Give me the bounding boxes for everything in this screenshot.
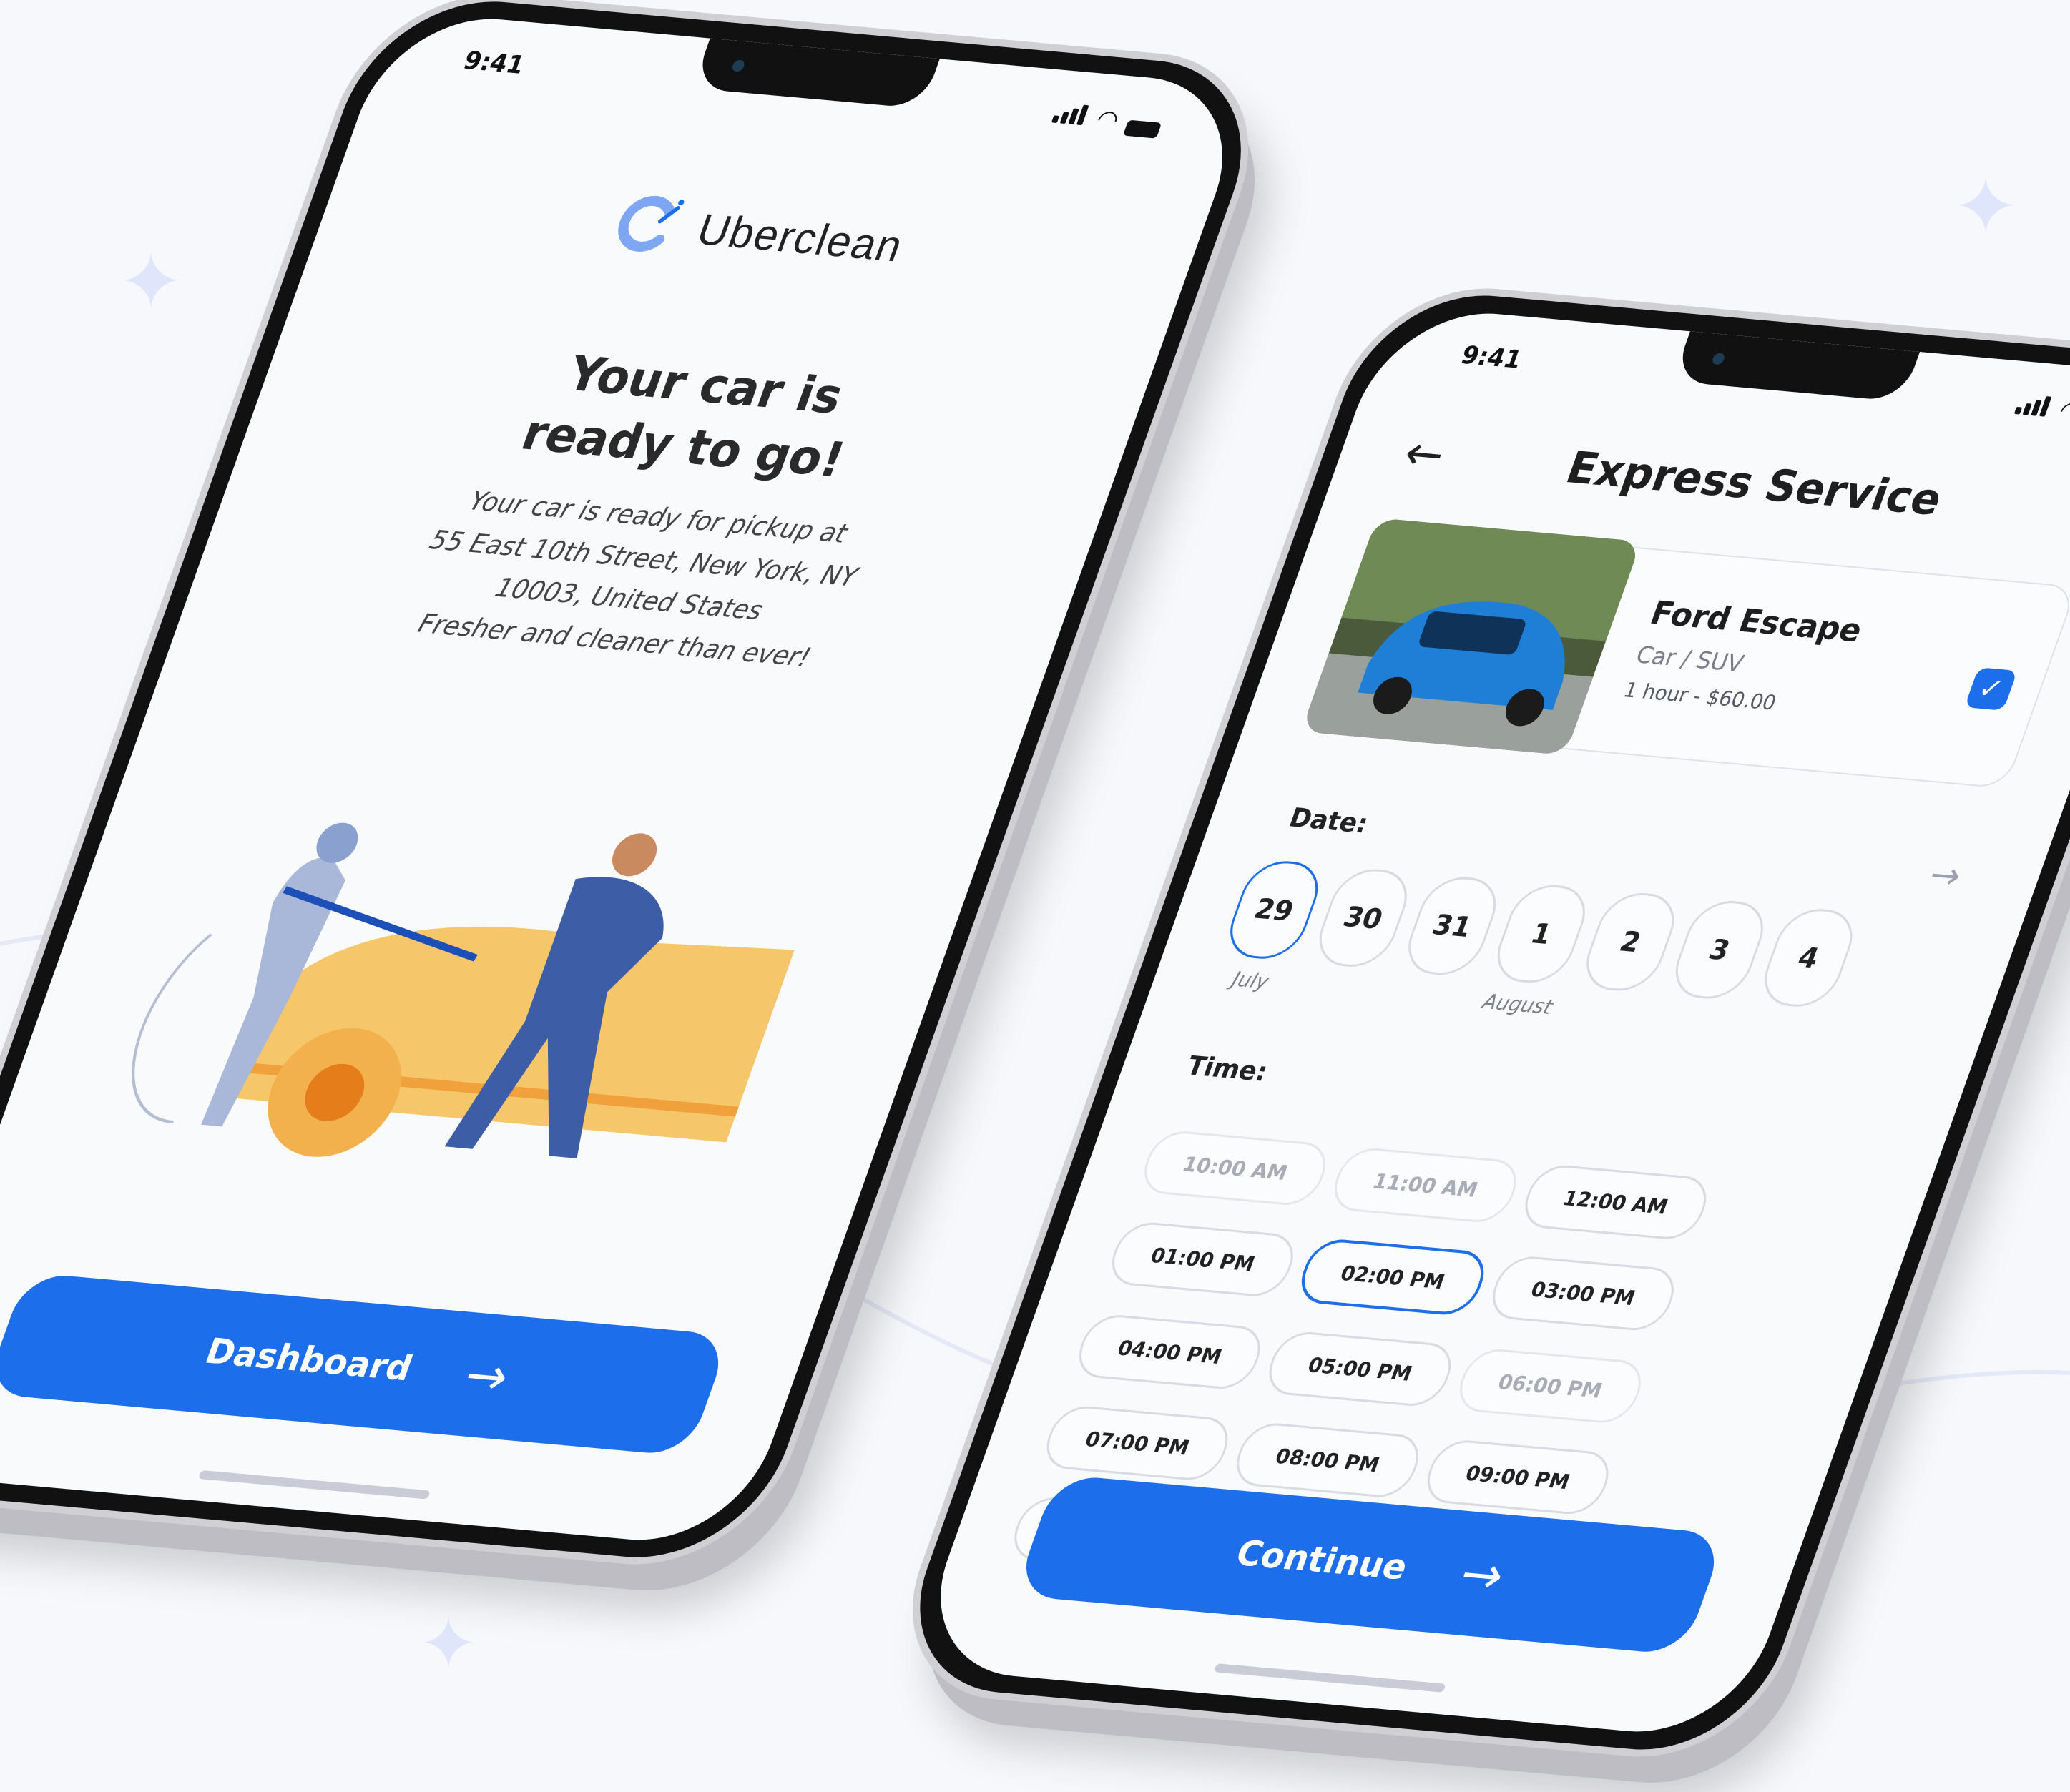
time-slot[interactable]: 01:00 PM: [1103, 1220, 1303, 1299]
time-slot[interactable]: 03:00 PM: [1483, 1254, 1683, 1333]
month-label-august: August: [1479, 989, 1556, 1020]
time-slot[interactable]: 07:00 PM: [1038, 1404, 1237, 1483]
date-option[interactable]: 1: [1487, 882, 1596, 986]
signal-icon: [1049, 100, 1093, 132]
time-slot[interactable]: 04:00 PM: [1070, 1312, 1270, 1392]
time-slot[interactable]: 05:00 PM: [1260, 1329, 1460, 1409]
wifi-icon: ◠: [2056, 395, 2070, 426]
status-time: 9:41: [1456, 340, 1526, 375]
continue-button-label: Continue: [1230, 1532, 1414, 1588]
date-option[interactable]: 30: [1309, 866, 1418, 970]
car-wash-illustration: [132, 822, 795, 1158]
sparkle-icon: ✦: [118, 236, 185, 328]
arrow-right-icon[interactable]: →: [1923, 853, 1967, 897]
date-option[interactable]: 4: [1754, 906, 1863, 1010]
date-label: Date:: [1285, 803, 1373, 840]
home-indicator[interactable]: [1213, 1663, 1446, 1693]
month-label-july: July: [1229, 967, 1272, 994]
date-option[interactable]: 31: [1398, 874, 1506, 978]
vehicle-name: Ford Escape: [1645, 594, 1868, 650]
vehicle-price: 1 hour - $60.00: [1620, 677, 1780, 715]
checkbox-checked-icon[interactable]: ✓: [1964, 667, 2018, 711]
time-slot[interactable]: 06:00 PM: [1451, 1347, 1650, 1426]
dashboard-button-label: Dashboard: [200, 1331, 418, 1389]
brand-logo: Uberclean: [319, 163, 1199, 304]
battery-icon: [1122, 119, 1162, 139]
status-time: 9:41: [459, 46, 529, 80]
time-label: Time:: [1182, 1051, 1272, 1088]
date-option[interactable]: 29: [1220, 858, 1328, 962]
date-option[interactable]: 2: [1576, 890, 1684, 994]
arrow-right-icon: →: [456, 1344, 518, 1407]
sparkle-icon: ✦: [418, 1602, 479, 1685]
time-slot[interactable]: 09:00 PM: [1418, 1437, 1617, 1517]
uberclean-logo-icon: [618, 195, 685, 252]
signal-icon: [2011, 392, 2055, 423]
sparkle-icon: ✦: [1953, 161, 2019, 252]
vehicle-card[interactable]: Ford Escape Car / SUV 1 hour - $60.00 ✓: [1300, 518, 2070, 789]
vehicle-info: Ford Escape Car / SUV 1 hour - $60.00: [1620, 594, 1867, 720]
date-option[interactable]: 3: [1665, 897, 1774, 1002]
time-slot[interactable]: 02:00 PM: [1292, 1237, 1493, 1317]
page-title: Express Service: [1559, 442, 1950, 526]
brand-name: Uberclean: [690, 205, 911, 271]
arrow-right-icon: →: [1451, 1543, 1514, 1606]
home-indicator[interactable]: [197, 1469, 431, 1500]
time-slot[interactable]: 12:00 AM: [1516, 1163, 1715, 1242]
vehicle-photo: [1300, 518, 1642, 756]
dashboard-button[interactable]: Dashboard →: [0, 1272, 731, 1457]
wifi-icon: ◠: [1093, 104, 1122, 135]
time-slot[interactable]: 11:00 AM: [1325, 1146, 1525, 1225]
vehicle-type: Car / SUV: [1632, 641, 1748, 678]
time-slot[interactable]: 08:00 PM: [1228, 1421, 1427, 1500]
date-picker: 29 30 31 1 2 3 4: [1220, 858, 1993, 1021]
time-slot[interactable]: 10:00 AM: [1136, 1128, 1335, 1208]
